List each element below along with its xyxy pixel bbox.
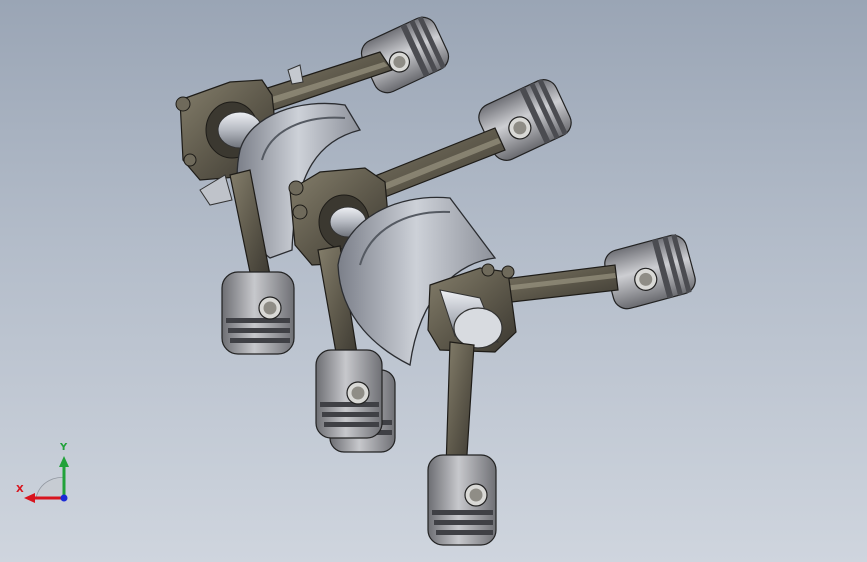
coordinate-triad: X Y bbox=[10, 440, 80, 510]
axis-arrows-icon bbox=[24, 456, 69, 503]
graphics-viewport[interactable]: X Y bbox=[0, 0, 867, 562]
x-axis-label: X bbox=[16, 484, 24, 495]
piston-bottom[interactable] bbox=[427, 454, 497, 546]
connecting-rod-lower-right[interactable] bbox=[445, 341, 475, 471]
piston-lower-left[interactable] bbox=[221, 271, 295, 355]
engine-assembly-model[interactable] bbox=[0, 0, 867, 562]
y-axis-label: Y bbox=[60, 442, 68, 453]
piston-lower-middle-front[interactable] bbox=[315, 349, 383, 439]
